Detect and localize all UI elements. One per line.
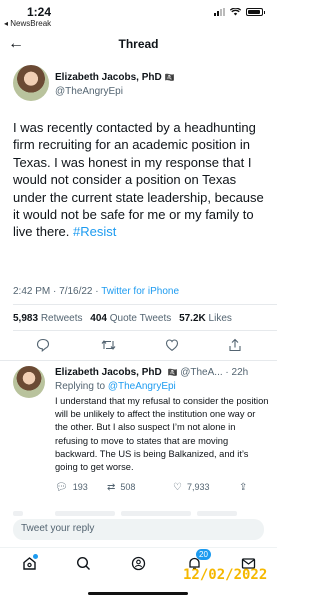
reply-like-button[interactable]: ♡ 7,933: [173, 482, 210, 493]
reply-composer[interactable]: Tweet your reply: [13, 519, 264, 540]
search-icon[interactable]: [76, 556, 91, 571]
reply-header: Elizabeth Jacobs, PhD 🏴‍☠️ @TheA... · 22…: [55, 367, 271, 378]
author-name[interactable]: Elizabeth Jacobs, PhD: [55, 72, 162, 83]
reply-count: 193: [72, 482, 88, 492]
top-nav: ← Thread: [0, 32, 277, 58]
page-title: Thread: [118, 37, 159, 51]
reply-text: I understand that my refusal to consider…: [55, 396, 269, 473]
tweet-text: I was recently contacted by a headhuntin…: [13, 119, 269, 241]
quote-label[interactable]: Quote Tweets: [110, 313, 172, 324]
divider: [13, 330, 277, 331]
replying-to-prefix: Replying to: [55, 381, 106, 392]
pirate-flag-icon: 🏴‍☠️: [167, 368, 178, 377]
quote-count[interactable]: 404: [90, 313, 107, 324]
home-unread-dot: [33, 554, 38, 559]
reply-retweet-count: 508: [120, 482, 136, 492]
reply-icon[interactable]: [36, 338, 50, 352]
next-reply-preview: [13, 511, 271, 517]
tweet-author[interactable]: Elizabeth Jacobs, PhD 🏴‍☠️ @TheAngryEpi: [13, 65, 265, 105]
like-icon[interactable]: [165, 338, 179, 352]
tweet-source-link[interactable]: Twitter for iPhone: [101, 286, 179, 297]
retweet-icon[interactable]: [101, 338, 116, 352]
reply-icon: 💬︎: [55, 482, 68, 493]
divider: [0, 360, 277, 361]
spaces-icon[interactable]: [131, 556, 146, 571]
author-name-line: Elizabeth Jacobs, PhD 🏴‍☠️: [55, 72, 175, 83]
tweet-meta: 2:42 PM · 7/16/22 · Twitter for iPhone: [13, 286, 179, 297]
home-indicator[interactable]: [88, 592, 188, 595]
reply-tweet[interactable]: Elizabeth Jacobs, PhD 🏴‍☠️ @TheA... · 22…: [13, 366, 271, 506]
reply-author-name[interactable]: Elizabeth Jacobs, PhD: [55, 367, 162, 378]
avatar[interactable]: [13, 366, 45, 398]
retweet-icon: ⇄: [107, 482, 116, 493]
tweet-stats: 5,983 Retweets 404 Quote Tweets 57.2K Li…: [13, 313, 237, 324]
reply-like-count: 7,933: [186, 482, 210, 492]
wifi-icon: [230, 8, 241, 16]
tweet-body: I was recently contacted by a headhuntin…: [13, 120, 264, 240]
replying-to: Replying to @TheAngryEpi: [55, 381, 176, 392]
avatar[interactable]: [13, 65, 49, 101]
divider: [13, 304, 277, 305]
reply-reply-button[interactable]: 💬︎ 193: [55, 482, 88, 493]
like-label[interactable]: Likes: [209, 313, 232, 324]
notifications-badge: 20: [196, 549, 211, 560]
author-handle[interactable]: @TheAngryEpi: [55, 86, 123, 97]
reply-age: · 22h: [225, 367, 249, 378]
tweet-timestamp: 2:42 PM · 7/16/22 ·: [13, 286, 102, 297]
reply-input-placeholder[interactable]: Tweet your reply: [21, 523, 94, 534]
share-icon: ⇪: [239, 482, 248, 493]
reply-actions: 💬︎ 193 ⇄ 508 ♡ 7,933 ⇪: [55, 482, 271, 496]
pirate-flag-icon: 🏴‍☠️: [164, 73, 175, 82]
like-icon: ♡: [173, 482, 182, 493]
replying-to-handle[interactable]: @TheAngryEpi: [108, 381, 176, 392]
reply-share-button[interactable]: ⇪: [239, 482, 252, 493]
hashtag-link[interactable]: #Resist: [73, 224, 116, 239]
share-icon[interactable]: [228, 338, 242, 352]
reply-author-handle[interactable]: @TheA...: [180, 367, 222, 378]
retweet-label[interactable]: Retweets: [41, 313, 83, 324]
retweet-count[interactable]: 5,983: [13, 313, 38, 324]
battery-icon: [246, 8, 265, 16]
reply-retweet-button[interactable]: ⇄ 508: [107, 482, 135, 493]
status-bar: 1:24 ◂ NewsBreak: [0, 0, 277, 28]
cellular-signal-icon: [214, 8, 225, 16]
like-count[interactable]: 57.2K: [179, 313, 206, 324]
back-to-app-link[interactable]: ◂ NewsBreak: [4, 19, 51, 28]
system-icons: [214, 8, 265, 16]
tweet-actions: [0, 338, 277, 356]
date-stamp: 12/02/2022: [183, 567, 268, 583]
clock: 1:24: [27, 5, 52, 19]
